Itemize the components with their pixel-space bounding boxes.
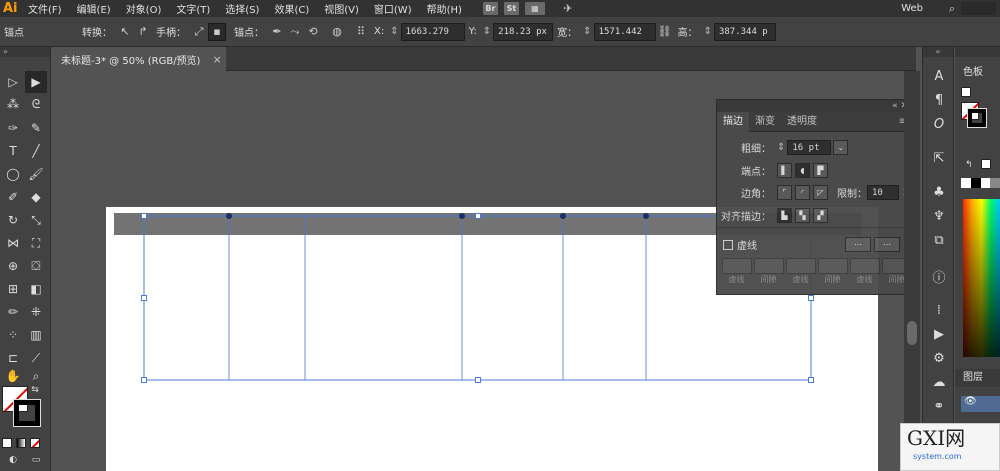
round-cap-icon[interactable]: ◖ xyxy=(795,163,810,178)
color-spectrum[interactable] xyxy=(963,199,1000,357)
tab-stroke[interactable]: 描边 xyxy=(717,111,749,132)
weight-field[interactable]: 16 pt xyxy=(787,140,832,155)
color-panel-title: 色板 xyxy=(963,67,983,78)
gap-field-1[interactable] xyxy=(753,258,784,274)
limit-field[interactable]: 10 xyxy=(867,185,899,200)
align-center-icon[interactable]: ▙ xyxy=(777,208,792,223)
weight-spinner-icon[interactable]: ⇕ xyxy=(777,142,785,153)
actions-panel-icon[interactable]: ▶ xyxy=(930,325,948,343)
panel-dock: « A ¶ O ⇱ ♣ ♆ ⧉ ⓘ ⁞ ▶ ⚙ ☁ ⚭ xyxy=(922,47,954,471)
appearance-panel-icon[interactable]: ⚙ xyxy=(930,349,948,367)
layer-visibility-icon[interactable]: 👁 xyxy=(961,396,1000,412)
weight-dropdown-icon[interactable]: ⌄ xyxy=(833,140,849,155)
opentype-panel-icon[interactable]: O xyxy=(930,115,948,133)
tab-transparency[interactable]: 透明度 xyxy=(781,112,823,132)
round-join-icon[interactable]: ◜ xyxy=(795,185,810,200)
color-panel: 色板 ↰ 图层 👁 xyxy=(955,47,1000,471)
export-panel-icon[interactable]: ⇱ xyxy=(930,149,948,167)
tab-gradient[interactable]: 渐变 xyxy=(749,112,781,132)
stroke-panel-tabs: 描边 渐变 透明度 ≡ xyxy=(717,111,912,132)
scroll-thumb[interactable] xyxy=(907,321,917,345)
gap-label-3: 间隙 xyxy=(888,275,905,284)
gap-label-1: 间隙 xyxy=(760,275,777,284)
dash-label-3: 虚线 xyxy=(856,275,873,284)
symbols-panel-icon[interactable]: ♣ xyxy=(930,183,948,201)
swap-arrow-icon[interactable]: ↰ xyxy=(965,160,973,170)
dash-field-1[interactable] xyxy=(721,258,752,274)
dash-label-1: 虚线 xyxy=(728,275,745,284)
white-swatch[interactable] xyxy=(981,159,991,169)
vertical-scrollbar[interactable] xyxy=(904,71,920,471)
layers-panel-title[interactable]: 图层 xyxy=(955,369,1000,387)
quick-swatches[interactable] xyxy=(961,178,1000,188)
panel-stroke-swatch[interactable] xyxy=(967,108,987,128)
gap-field-2[interactable] xyxy=(817,258,848,274)
links-panel-icon[interactable]: ⚭ xyxy=(930,397,948,415)
bevel-join-icon[interactable]: ◸ xyxy=(813,185,828,200)
projecting-cap-icon[interactable]: ▛ xyxy=(813,163,828,178)
weight-label: 粗细： xyxy=(741,144,771,155)
miter-join-icon[interactable]: ⌜ xyxy=(777,185,792,200)
cap-label: 端点： xyxy=(741,167,771,178)
align-panel-icon[interactable]: ⁞ xyxy=(930,301,948,319)
align-outside-icon[interactable]: ▞ xyxy=(813,208,828,223)
graphic-styles-panel-icon[interactable]: ⧉ xyxy=(930,231,948,249)
dash-preserve-icon[interactable]: ⋯ xyxy=(845,237,871,252)
dash-field-3[interactable] xyxy=(849,258,880,274)
align-inside-icon[interactable]: ▚ xyxy=(795,208,810,223)
dashed-line-label: 虚线 xyxy=(737,241,757,252)
dock-collapse-icon[interactable]: « xyxy=(923,47,953,57)
watermark-text: GXI网 xyxy=(907,426,966,450)
butt-cap-icon[interactable]: ▌ xyxy=(777,163,792,178)
default-colors-icon[interactable] xyxy=(961,87,971,97)
puppet-panel-icon[interactable]: ♆ xyxy=(930,207,948,225)
panel-collapse-icon[interactable]: « ✕ xyxy=(717,100,912,112)
limit-label: 限制： xyxy=(837,189,867,200)
info-panel-icon[interactable]: ⓘ xyxy=(930,267,948,286)
dash-align-icon[interactable]: ⋯ xyxy=(874,237,900,252)
align-stroke-label: 对齐描边： xyxy=(721,212,771,223)
dash-field-2[interactable] xyxy=(785,258,816,274)
dashed-line-checkbox[interactable] xyxy=(723,239,733,250)
watermark-sub: system.com xyxy=(913,452,962,461)
dash-label-2: 虚线 xyxy=(792,275,809,284)
watermark-logo: GXI网 system.com xyxy=(900,423,1000,471)
paragraph-panel-icon[interactable]: ¶ xyxy=(930,91,948,109)
gap-label-2: 间隙 xyxy=(824,275,841,284)
stroke-panel: « ✕ 描边 渐变 透明度 ≡ 粗细： ⇕ 16 pt ⌄ 端点： ▌ ◖ ▛ … xyxy=(716,99,914,295)
character-panel-icon[interactable]: A xyxy=(930,67,948,85)
corner-label: 边角： xyxy=(741,189,771,200)
libraries-panel-icon[interactable]: ☁ xyxy=(930,373,948,391)
